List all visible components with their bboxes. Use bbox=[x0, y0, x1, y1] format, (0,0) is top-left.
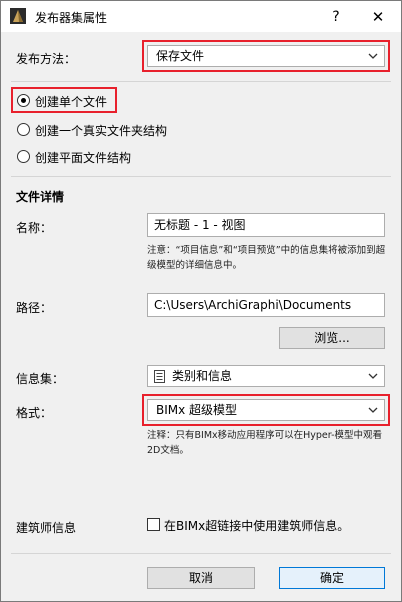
cancel-button[interactable]: 取消 bbox=[147, 567, 255, 589]
divider bbox=[11, 553, 391, 554]
format-value: BIMx 超级模型 bbox=[156, 403, 238, 417]
radio-flat-file-structure[interactable] bbox=[17, 150, 30, 163]
divider bbox=[11, 81, 391, 82]
format-select[interactable]: BIMx 超级模型 bbox=[147, 399, 385, 421]
architect-info-label: 建筑师信息 bbox=[16, 521, 77, 535]
radio-real-folder-structure[interactable] bbox=[17, 123, 30, 136]
format-note: 注释：只有BIMx移动应用程序可以在Hyper-模型中观看2D文档。 bbox=[147, 430, 383, 456]
architect-info-checkbox-label: 在BIMx超链接中使用建筑师信息。 bbox=[164, 519, 350, 533]
browse-button[interactable]: 浏览... bbox=[279, 327, 385, 349]
name-note: 注意：“项目信息”和“项目预览”中的信息集将被添加到超级模型的详细信息中。 bbox=[147, 245, 386, 271]
radio-single-file-label: 创建单个文件 bbox=[35, 95, 108, 109]
infoset-label: 信息集： bbox=[16, 372, 65, 386]
help-button[interactable]: ? bbox=[323, 5, 349, 29]
title-bar: 发布器集属性 ? ✕ bbox=[1, 1, 401, 32]
format-label: 格式： bbox=[16, 406, 53, 420]
name-input[interactable]: 无标题 - 1 - 视图 bbox=[147, 213, 385, 237]
close-button[interactable]: ✕ bbox=[365, 5, 391, 29]
chevron-down-icon bbox=[368, 53, 378, 59]
ok-button[interactable]: 确定 bbox=[279, 567, 385, 589]
window-title: 发布器集属性 bbox=[35, 11, 108, 25]
publish-method-select[interactable]: 保存文件 bbox=[147, 45, 385, 67]
infoset-select[interactable]: 类别和信息 bbox=[147, 365, 385, 387]
radio-flat-file-label: 创建平面文件结构 bbox=[35, 151, 132, 165]
dialog-window: 发布器集属性 ? ✕ 发布方法： 保存文件 创建单个文件 创建一个真实文件夹结构… bbox=[0, 0, 402, 602]
radio-single-file[interactable] bbox=[17, 94, 30, 107]
chevron-down-icon bbox=[368, 407, 378, 413]
chevron-down-icon bbox=[368, 373, 378, 379]
divider bbox=[11, 176, 391, 177]
archicad-app-icon bbox=[10, 8, 26, 24]
name-label: 名称： bbox=[16, 221, 53, 235]
architect-info-checkbox[interactable] bbox=[147, 518, 160, 531]
radio-real-folder-label: 创建一个真实文件夹结构 bbox=[35, 124, 168, 138]
path-label: 路径： bbox=[16, 301, 53, 315]
publish-method-value: 保存文件 bbox=[156, 49, 205, 63]
path-input[interactable]: C:\Users\ArchiGraphi\Documents bbox=[147, 293, 385, 317]
infoset-value: 类别和信息 bbox=[172, 369, 233, 383]
document-list-icon bbox=[154, 370, 165, 383]
file-details-title: 文件详情 bbox=[16, 190, 65, 204]
publish-method-label: 发布方法： bbox=[16, 52, 77, 66]
